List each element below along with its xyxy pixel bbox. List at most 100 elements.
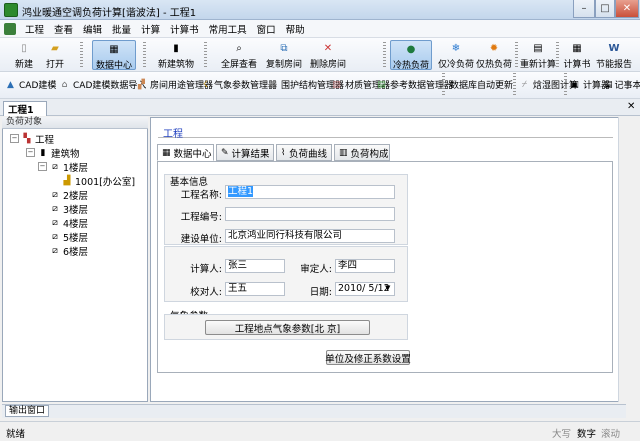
- project-name-field[interactable]: 工程1: [225, 185, 395, 199]
- toolbar-grip[interactable]: [383, 42, 386, 68]
- document-icon: [4, 22, 16, 35]
- construction-unit-field[interactable]: 北京鸿业同行科技有限公司: [225, 229, 395, 243]
- menu-window[interactable]: 窗口: [252, 22, 281, 36]
- globe-icon: ●: [406, 44, 416, 55]
- data-center-button[interactable]: ▦ 数据中心: [92, 40, 136, 71]
- title-bar: 鸿业暖通空调负荷计算[谐波法] - 工程1 – □ ✕: [0, 0, 640, 20]
- edit-icon: ✎: [221, 147, 229, 158]
- vertical-scrollbar[interactable]: [618, 117, 628, 402]
- floor-icon: ⧄: [52, 217, 58, 228]
- tree-item-room-1001[interactable]: ▟ 1001[办公室]: [62, 174, 136, 188]
- tab-output-window[interactable]: 输出窗口: [5, 405, 49, 417]
- menu-batch[interactable]: 批量: [107, 22, 136, 36]
- close-document-icon[interactable]: ✕: [627, 101, 635, 112]
- proofreader-field[interactable]: 王五: [225, 282, 285, 296]
- building-icon: ▮: [40, 147, 46, 158]
- report-button[interactable]: ▦ 计算书: [562, 42, 592, 70]
- floor-icon: ⧄: [52, 161, 58, 172]
- menu-view[interactable]: 查看: [49, 22, 78, 36]
- copy-room-icon: ⧉: [280, 43, 288, 54]
- new-building-button[interactable]: ▮ 新建筑物: [154, 42, 198, 70]
- collapse-toggle[interactable]: −: [10, 134, 19, 143]
- date-label: 日期:: [309, 287, 332, 298]
- cad-import-button[interactable]: ⌂ CAD建模数据导入: [58, 78, 147, 92]
- reference-icon: ▤: [377, 79, 386, 90]
- tree-item-floor-4[interactable]: ⧄ 4楼层: [50, 216, 88, 230]
- toolbar-grip[interactable]: [556, 42, 559, 68]
- data-center-icon: ▦: [109, 44, 119, 55]
- notepad-button[interactable]: ▤ 记事本: [604, 78, 640, 92]
- zoom-icon: ⌕: [236, 43, 242, 54]
- tree-item-building[interactable]: − ▮ 建筑物: [26, 146, 80, 160]
- panel-title: 工程: [163, 129, 183, 140]
- data-center-icon: ▦: [162, 147, 171, 158]
- cold-load-only-button[interactable]: ❄ 仅冷负荷: [436, 42, 476, 70]
- tree-item-floor-1[interactable]: − ⧄ 1楼层: [38, 160, 88, 174]
- heat-load-only-button[interactable]: ✹ 仅热负荷: [474, 42, 514, 70]
- room-icon: ▟: [63, 175, 71, 186]
- new-button[interactable]: ▯ 新建: [10, 42, 38, 70]
- menu-calculate[interactable]: 计算: [136, 22, 165, 36]
- tab-load-curve[interactable]: ⌇ 负荷曲线: [276, 144, 332, 161]
- scroll-indicator: 滚动: [601, 429, 621, 440]
- tab-calc-results[interactable]: ✎ 计算结果: [216, 144, 274, 161]
- chevron-down-icon[interactable]: ▼: [385, 284, 390, 292]
- cad-model-button[interactable]: ▲ CAD建模: [4, 78, 56, 92]
- db-update-button[interactable]: 数据库自动更新: [450, 78, 513, 91]
- floor-icon: ⧄: [52, 245, 58, 256]
- delete-room-button[interactable]: ✕ 删除房间: [306, 42, 350, 70]
- maximize-button[interactable]: □: [595, 0, 615, 18]
- tree-item-project[interactable]: − ▚ 工程: [10, 132, 54, 146]
- open-button[interactable]: ▰ 打开: [40, 42, 70, 70]
- unit-settings-button[interactable]: 单位及修正系数设置: [325, 350, 411, 365]
- menu-tools[interactable]: 常用工具: [204, 22, 252, 36]
- menu-help[interactable]: 帮助: [281, 22, 310, 36]
- room-use-icon: ▞: [138, 79, 145, 90]
- toolbar-grip[interactable]: [204, 42, 207, 68]
- copy-room-button[interactable]: ⧉ 复制房间: [262, 42, 306, 70]
- calculator-person-label: 计算人:: [190, 264, 222, 275]
- output-bar: [2, 404, 626, 418]
- building-icon: ▮: [173, 43, 179, 54]
- recalculate-button[interactable]: ▤ 重新计算: [520, 42, 556, 70]
- reviewer-field[interactable]: 李四: [335, 259, 395, 273]
- tab-data-center[interactable]: ▦ 数据中心: [157, 144, 214, 161]
- collapse-toggle[interactable]: −: [26, 148, 35, 157]
- floor-icon: ⧄: [52, 203, 58, 214]
- energy-report-button[interactable]: W 节能报告: [594, 42, 634, 70]
- document-tab-bar: [0, 99, 640, 116]
- collapse-toggle[interactable]: −: [38, 162, 47, 171]
- toolbar-grip[interactable]: [515, 42, 518, 68]
- toolbar-grip[interactable]: [143, 42, 146, 68]
- weather-params-button[interactable]: 工程地点气象参数[北 京]: [205, 320, 370, 335]
- calc-icon: ▤: [533, 43, 543, 54]
- close-button[interactable]: ✕: [615, 0, 639, 18]
- chart-line-icon: ⌇: [281, 147, 286, 158]
- floor-icon: ⧄: [52, 231, 58, 242]
- project-code-field[interactable]: [225, 207, 395, 221]
- calculator-person-field[interactable]: 张三: [225, 259, 285, 273]
- toolbar-grip[interactable]: [564, 73, 567, 97]
- toolbar-grip[interactable]: [80, 42, 83, 68]
- calculator-icon: ▣: [570, 79, 579, 90]
- tree-item-floor-3[interactable]: ⧄ 3楼层: [50, 202, 88, 216]
- toolbar-grip[interactable]: [513, 73, 516, 97]
- project-name-label: 工程名称:: [180, 190, 222, 201]
- menu-edit[interactable]: 编辑: [78, 22, 107, 36]
- report-icon: ▦: [572, 43, 582, 54]
- menu-project[interactable]: 工程: [20, 22, 49, 36]
- tab-project1[interactable]: 工程1: [3, 101, 47, 116]
- tree-item-floor-5[interactable]: ⧄ 5楼层: [50, 230, 88, 244]
- import-icon: ⌂: [61, 79, 68, 90]
- toolbar-grip[interactable]: [442, 73, 445, 97]
- fullscreen-view-button[interactable]: ⌕ 全屏查看: [217, 42, 261, 70]
- cold-heat-load-button[interactable]: ● 冷热负荷: [390, 40, 432, 71]
- menu-report[interactable]: 计算书: [165, 22, 204, 36]
- tree-item-floor-2[interactable]: ⧄ 2楼层: [50, 188, 88, 202]
- minimize-button[interactable]: –: [573, 0, 595, 18]
- tree-item-floor-6[interactable]: ⧄ 6楼层: [50, 244, 88, 258]
- sidebar-title: 负荷对象: [2, 117, 148, 129]
- tab-load-composition[interactable]: ▥ 负荷构成: [334, 144, 390, 161]
- snowflake-icon: ❄: [451, 43, 461, 54]
- basic-info-title: 基本信息: [170, 177, 209, 188]
